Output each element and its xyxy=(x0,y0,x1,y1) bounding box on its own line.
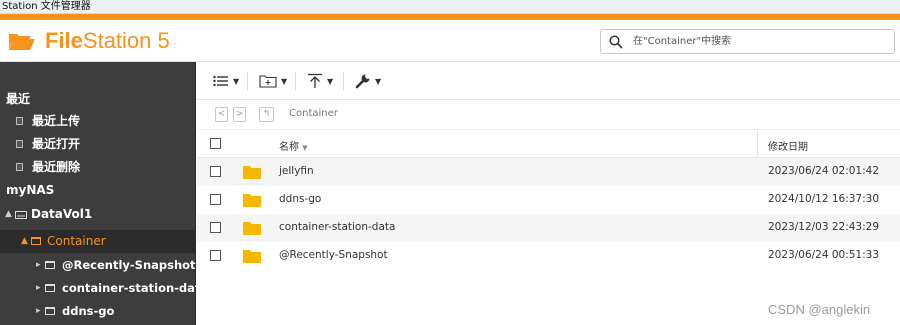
sidebar-item-label: 最近删除 xyxy=(32,160,81,174)
caret-down-icon: ▼ xyxy=(327,76,334,86)
sidebar-item-label: Container xyxy=(47,234,106,248)
list-view-icon xyxy=(213,75,228,87)
table-header: 名称 ▼ 修改日期 xyxy=(197,130,900,158)
folder-icon xyxy=(243,250,261,263)
toolbar-divider xyxy=(295,72,296,90)
app-title-rest: Station 5 xyxy=(82,28,170,53)
watermark: CSDN @anglekin xyxy=(768,302,871,317)
row-checkbox[interactable] xyxy=(210,250,221,261)
expand-arrow-icon: ▲ xyxy=(5,209,12,219)
file-modified: 2023/06/24 00:51:33 xyxy=(768,249,880,261)
file-modified: 2023/06/24 02:01:42 xyxy=(768,165,880,177)
app-title-bold: File xyxy=(45,28,83,53)
window-title: Station 文件管理器 xyxy=(2,1,91,12)
sidebar-heading-nas[interactable]: myNAS xyxy=(0,179,196,202)
file-name: container-station-data xyxy=(279,221,396,233)
expand-arrow-icon: ▸ xyxy=(36,283,41,293)
column-divider[interactable] xyxy=(757,130,758,158)
wrench-icon xyxy=(355,74,370,89)
caret-down-icon: ▼ xyxy=(281,76,288,86)
folder-icon xyxy=(243,166,261,179)
app-title: FileStation 5 xyxy=(45,28,170,54)
select-all-checkbox[interactable] xyxy=(210,138,221,149)
expand-arrow-icon: ▸ xyxy=(36,260,41,270)
sidebar-item-subfolder[interactable]: ▸ ddns-go xyxy=(0,300,196,323)
folder-icon xyxy=(243,222,261,235)
toolbar-divider xyxy=(343,72,344,90)
row-checkbox[interactable] xyxy=(210,166,221,177)
recent-list-icon xyxy=(16,140,23,150)
file-modified: 2024/10/12 16:37:30 xyxy=(768,193,880,205)
upload-button[interactable]: ▼ xyxy=(307,70,333,92)
sidebar-item-label: @Recently-Snapshot xyxy=(62,258,196,272)
sidebar-heading-nas-label: myNAS xyxy=(6,183,55,197)
sidebar-heading-recent[interactable]: 最近 xyxy=(0,88,196,111)
new-folder-button[interactable]: ▼ xyxy=(259,70,287,92)
upload-icon xyxy=(308,73,322,88)
expand-arrow-icon: ▸ xyxy=(36,306,41,316)
folder-icon xyxy=(243,194,261,207)
caret-down-icon: ▼ xyxy=(375,76,382,86)
chevron-right-icon: > xyxy=(235,109,244,119)
sidebar-heading-recent-label: 最近 xyxy=(6,92,31,106)
sidebar-item-recent-upload[interactable]: 最近上传 xyxy=(0,110,196,133)
file-name: ddns-go xyxy=(279,193,322,205)
app-header: FileStation 5 xyxy=(0,20,900,62)
table-row[interactable]: jellyfin 2023/06/24 02:01:42 xyxy=(197,158,900,186)
toolbar-divider xyxy=(247,72,248,90)
sidebar-item-subfolder[interactable]: ▸ container-station-data xyxy=(0,277,208,300)
folder-icon xyxy=(45,307,55,317)
parent-folder-button[interactable]: ↰ xyxy=(259,107,274,122)
sidebar-item-label: 最近打开 xyxy=(32,137,81,151)
column-header-name[interactable]: 名称 ▼ xyxy=(279,138,308,153)
caret-down-icon: ▼ xyxy=(233,76,240,86)
folder-open-icon xyxy=(9,34,35,50)
forward-button[interactable]: > xyxy=(233,107,246,122)
view-mode-button[interactable]: ▼ xyxy=(213,70,239,92)
folder-icon xyxy=(31,237,41,247)
expand-arrow-icon: ▲ xyxy=(21,236,28,246)
back-button[interactable]: < xyxy=(215,107,228,122)
sidebar-item-label: ddns-go xyxy=(62,304,115,318)
recent-list-icon xyxy=(16,163,23,173)
row-checkbox[interactable] xyxy=(210,222,221,233)
sidebar-item-label: container-station-data xyxy=(62,281,209,295)
drive-icon xyxy=(15,211,27,219)
table-row[interactable]: @Recently-Snapshot 2023/06/24 00:51:33 xyxy=(197,242,900,270)
folder-icon xyxy=(45,284,55,294)
sidebar-item-volume[interactable]: ▲ DataVol1 xyxy=(0,203,196,226)
sidebar-item-recent-open[interactable]: 最近打开 xyxy=(0,133,196,156)
file-modified: 2023/12/03 22:43:29 xyxy=(768,221,880,233)
search-input[interactable] xyxy=(633,32,888,51)
chevron-left-icon: < xyxy=(217,109,226,119)
tools-button[interactable]: ▼ xyxy=(355,70,381,92)
file-table: 名称 ▼ 修改日期 jellyfin 2023/06/24 02:01:42 d… xyxy=(197,130,900,325)
search-box[interactable] xyxy=(600,29,895,54)
sidebar-item-container[interactable]: ▲ Container xyxy=(0,230,196,253)
window-titlebar: Station 文件管理器 xyxy=(0,0,900,14)
search-icon xyxy=(609,35,623,49)
breadcrumb[interactable]: Container xyxy=(289,108,338,119)
sidebar-item-recent-delete[interactable]: 最近删除 xyxy=(0,156,196,179)
sidebar-item-subfolder[interactable]: ▸ @Recently-Snapshot xyxy=(0,254,196,277)
file-name: @Recently-Snapshot xyxy=(279,249,388,261)
recent-list-icon xyxy=(16,117,23,127)
folder-icon xyxy=(45,261,55,271)
return-arrow-icon: ↰ xyxy=(262,109,271,119)
table-row[interactable]: ddns-go 2024/10/12 16:37:30 xyxy=(197,186,900,214)
toolbar: ▼ ▼ ▼ ▼ xyxy=(197,62,900,100)
table-row[interactable]: container-station-data 2023/12/03 22:43:… xyxy=(197,214,900,242)
sidebar: 最近 最近上传 最近打开 最近删除 myNAS ▲ DataVol1 ▲ Con… xyxy=(0,62,208,325)
sidebar-item-label: DataVol1 xyxy=(31,207,93,221)
sidebar-item-label: 最近上传 xyxy=(32,114,81,128)
new-folder-icon xyxy=(259,75,277,88)
path-bar: < > ↰ Container xyxy=(197,100,900,130)
column-header-date[interactable]: 修改日期 xyxy=(768,138,808,153)
sort-desc-icon: ▼ xyxy=(302,144,308,152)
file-name: jellyfin xyxy=(279,165,314,177)
row-checkbox[interactable] xyxy=(210,194,221,205)
